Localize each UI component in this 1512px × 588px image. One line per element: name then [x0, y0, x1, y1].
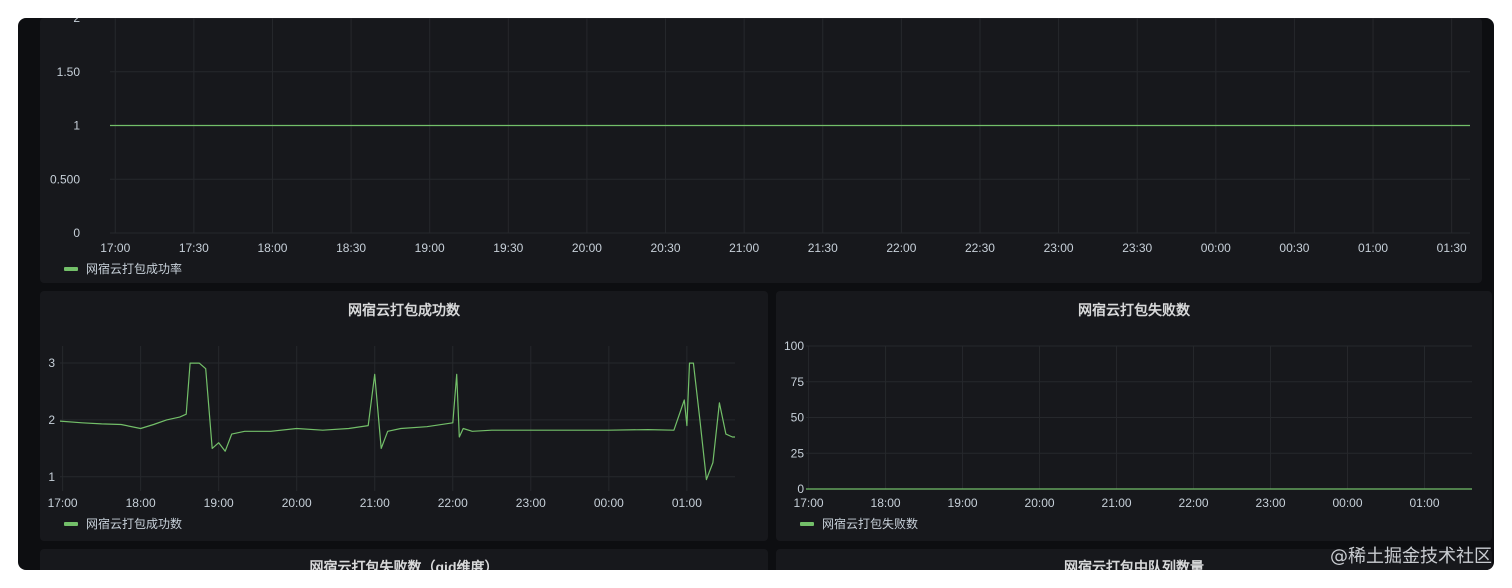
legend-label: 网宿云打包成功数	[86, 517, 183, 531]
x-tick-label: 18:30	[336, 241, 366, 255]
x-tick-label: 22:00	[1179, 496, 1209, 510]
y-tick-label: 1.50	[57, 65, 81, 79]
x-tick-label: 22:30	[965, 241, 995, 255]
x-tick-label: 00:00	[594, 496, 624, 510]
x-tick-label: 00:30	[1279, 241, 1309, 255]
x-tick-label: 01:00	[1410, 496, 1440, 510]
x-tick-label: 23:00	[1044, 241, 1074, 255]
legend-label: 网宿云打包失败数	[822, 517, 919, 531]
x-tick-label: 20:30	[651, 241, 681, 255]
x-tick-label: 19:30	[493, 241, 523, 255]
y-tick-label: 1	[48, 470, 55, 484]
x-tick-label: 21:00	[360, 496, 390, 510]
legend[interactable]: 网宿云打包成功数	[64, 515, 182, 532]
legend-swatch	[800, 521, 814, 526]
x-tick-label: 20:00	[1025, 496, 1055, 510]
x-tick-label: 23:30	[1122, 241, 1152, 255]
legend[interactable]: 网宿云打包成功率	[64, 260, 182, 277]
x-tick-label: 20:00	[572, 241, 602, 255]
x-tick-label: 01:00	[672, 496, 702, 510]
y-tick-label: 0.500	[50, 172, 80, 186]
x-tick-label: 23:00	[1256, 496, 1286, 510]
panel-failure-count[interactable]: 网宿云打包失败数 0 25 50 75 100 17:00 18:00 19:00 20:00 2…	[776, 291, 1492, 541]
chart-success-rate: 0 0.500 1 1.50 2 17:00 17:30 18:00 18:30 19:00 19:…	[50, 18, 1470, 255]
x-tick-label: 00:00	[1201, 241, 1231, 255]
legend-label: 网宿云打包成功率	[86, 262, 183, 276]
watermark: @稀土掘金技术社区	[1330, 546, 1492, 567]
x-tick-label: 21:30	[808, 241, 838, 255]
y-tick-label: 0	[797, 482, 804, 496]
x-tick-label: 17:00	[48, 496, 78, 510]
x-tick-label: 20:00	[282, 496, 312, 510]
y-tick-label: 100	[784, 339, 804, 353]
x-tick-label: 23:00	[516, 496, 546, 510]
x-tick-label: 19:00	[204, 496, 234, 510]
x-tick-label: 19:00	[948, 496, 978, 510]
panel-title: 网宿云打包失败数（gid维度）	[309, 559, 499, 570]
y-tick-label: 75	[791, 375, 805, 389]
panel-success-count[interactable]: 网宿云打包成功数 1 2 3 17:00 18:00 19:00 20:00 21:00 22:…	[40, 291, 768, 541]
x-tick-label: 01:00	[1358, 241, 1388, 255]
y-tick-label: 25	[791, 446, 805, 460]
legend-swatch	[64, 266, 78, 271]
y-tick-label: 1	[73, 119, 80, 133]
x-tick-label: 18:00	[126, 496, 156, 510]
x-tick-label: 22:00	[438, 496, 468, 510]
legend[interactable]: 网宿云打包失败数	[800, 515, 918, 532]
x-tick-label: 18:00	[257, 241, 287, 255]
y-tick-label: 50	[791, 411, 805, 425]
x-tick-label: 17:00	[100, 241, 130, 255]
chart-failure-count: 0 25 50 75 100 17:00 18:00 19:00 20:00 21:00 22:00…	[784, 339, 1472, 510]
y-tick-label: 0	[73, 226, 80, 240]
chart-success-count: 1 2 3 17:00 18:00 19:00 20:00 21:00 22:00 23:00 00…	[48, 346, 735, 510]
legend-swatch	[64, 521, 78, 526]
y-tick-label: 3	[48, 356, 55, 370]
x-tick-label: 22:00	[886, 241, 916, 255]
panel-success-rate[interactable]: 0 0.500 1 1.50 2 17:00 17:30 18:00 18:30 19:00 19:…	[40, 18, 1482, 283]
panel-failure-count-gid[interactable]: 网宿云打包失败数（gid维度）	[40, 549, 768, 570]
dashboard: 0 0.500 1 1.50 2 17:00 17:30 18:00 18:30 19:00 19:…	[18, 18, 1494, 570]
x-tick-label: 21:00	[1102, 496, 1132, 510]
x-tick-label: 17:30	[179, 241, 209, 255]
y-tick-label: 2	[73, 18, 80, 25]
x-tick-label: 00:00	[1333, 496, 1363, 510]
x-tick-label: 21:00	[729, 241, 759, 255]
x-tick-label: 17:00	[794, 496, 824, 510]
x-tick-label: 01:30	[1437, 241, 1467, 255]
x-tick-label: 19:00	[415, 241, 445, 255]
x-tick-label: 18:00	[871, 496, 901, 510]
y-tick-label: 2	[48, 413, 55, 427]
series-line[interactable]	[59, 362, 735, 481]
